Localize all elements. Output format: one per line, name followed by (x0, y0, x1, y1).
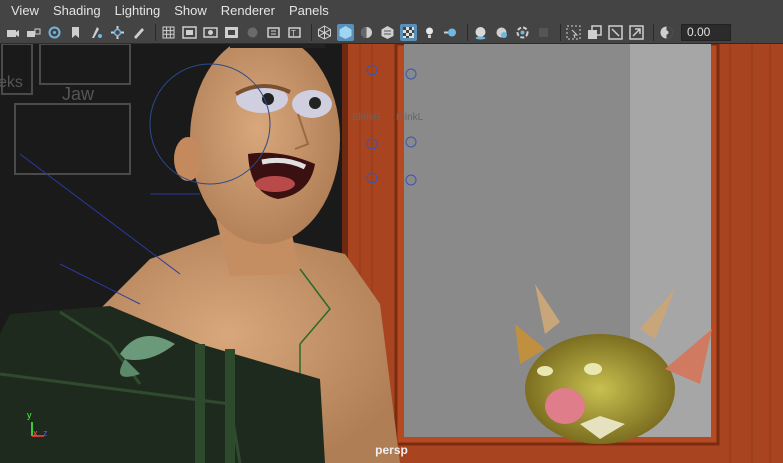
perspective-viewport[interactable]: eks Jaw BlinkR BlinkL y x z persp (0, 44, 783, 463)
2d-pan-zoom-icon[interactable] (109, 24, 126, 41)
panel-menu-bar: View Shading Lighting Show Renderer Pane… (0, 0, 783, 21)
motion-blur-icon[interactable] (472, 24, 489, 41)
xray-joints-icon[interactable] (607, 24, 624, 41)
panel-toolbar: T 0.00 (0, 21, 783, 44)
exposure-icon[interactable] (658, 24, 675, 41)
menu-lighting[interactable]: Lighting (108, 0, 168, 21)
panel-label-blinkl: BlinkL (396, 112, 424, 123)
toolbar-separator (311, 23, 312, 41)
axis-z-label: z (43, 428, 48, 438)
menu-renderer[interactable]: Renderer (214, 0, 282, 21)
xray-icon[interactable] (565, 24, 582, 41)
backface-culling-icon[interactable] (628, 24, 645, 41)
toolbar-separator (467, 23, 468, 41)
toolbar-separator (155, 23, 156, 41)
depth-of-field-icon[interactable] (514, 24, 531, 41)
isolate-select-icon[interactable] (535, 24, 552, 41)
axis-x-label: x (33, 428, 38, 438)
image-plane-icon[interactable] (88, 24, 105, 41)
shadows-icon[interactable] (400, 23, 417, 41)
svg-text:T: T (291, 29, 296, 38)
film-gate-icon[interactable] (181, 24, 198, 41)
grid-icon[interactable] (160, 24, 177, 41)
wireframe-icon[interactable] (316, 24, 333, 41)
safe-title-icon[interactable]: T (286, 24, 303, 41)
panel-label-blinkr: BlinkR (352, 112, 381, 123)
camera-lock-icon[interactable] (25, 24, 42, 41)
use-lights-icon[interactable] (421, 24, 438, 41)
panel-label-eks: eks (0, 74, 23, 91)
menu-shading[interactable]: Shading (46, 0, 108, 21)
gate-mask-icon[interactable] (223, 24, 240, 41)
toolbar-separator (653, 23, 654, 41)
viewport-scene (0, 44, 783, 463)
resolution-gate-icon[interactable] (202, 24, 219, 41)
grease-pencil-icon[interactable] (130, 24, 147, 41)
panel-label-jaw: Jaw (62, 84, 95, 104)
exposure-field[interactable]: 0.00 (681, 23, 731, 41)
multisample-aa-icon[interactable] (493, 24, 510, 41)
textured-icon[interactable] (379, 24, 396, 41)
menu-show[interactable]: Show (167, 0, 214, 21)
screen-space-ao-icon[interactable] (442, 24, 459, 41)
menu-view[interactable]: View (4, 0, 46, 21)
xray-active-icon[interactable] (586, 24, 603, 41)
axis-y-label: y (27, 410, 32, 420)
default-lighting-icon[interactable] (358, 24, 375, 41)
camera-select-icon[interactable] (4, 24, 21, 41)
safe-action-icon[interactable] (265, 24, 282, 41)
toolbar-separator (560, 23, 561, 41)
camera-name-label: persp (375, 443, 408, 457)
bookmark-icon[interactable] (67, 24, 84, 41)
camera-attributes-icon[interactable] (46, 24, 63, 41)
field-chart-icon[interactable] (244, 24, 261, 41)
smooth-shade-icon[interactable] (337, 23, 354, 41)
menu-panels[interactable]: Panels (282, 0, 336, 21)
